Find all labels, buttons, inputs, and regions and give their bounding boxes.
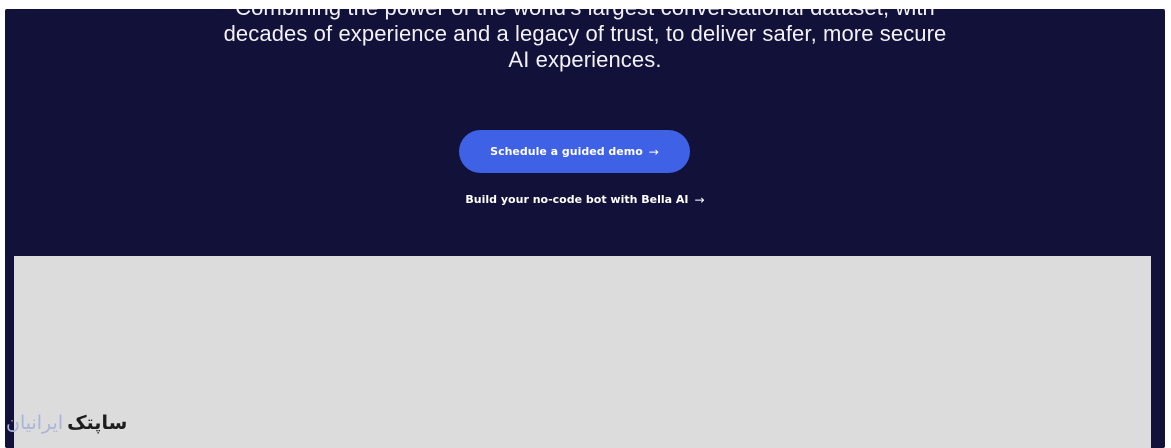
watermark-word-dark: ساپتک: [67, 412, 128, 434]
hero-line-3: AI experiences.: [508, 47, 662, 72]
watermark-logo: ساپتک ایرانیان: [6, 406, 127, 440]
hero-section: Combining the power of the world's large…: [5, 9, 1165, 448]
schedule-demo-label: Schedule a guided demo: [490, 145, 643, 158]
hero-description: Combining the power of the world's large…: [5, 9, 1165, 73]
hero-line-1: Combining the power of the world's large…: [5, 9, 1165, 21]
arrow-right-icon: →: [648, 144, 659, 159]
watermark-word-light: ایرانیان: [6, 412, 64, 434]
hero-line-2: decades of experience and a legacy of tr…: [223, 21, 947, 46]
build-bot-link[interactable]: Build your no-code bot with Bella AI →: [5, 193, 1165, 207]
arrow-right-icon: →: [694, 193, 705, 207]
schedule-demo-button[interactable]: Schedule a guided demo →: [459, 130, 690, 173]
media-placeholder: [14, 256, 1151, 448]
build-bot-label: Build your no-code bot with Bella AI: [465, 193, 689, 206]
